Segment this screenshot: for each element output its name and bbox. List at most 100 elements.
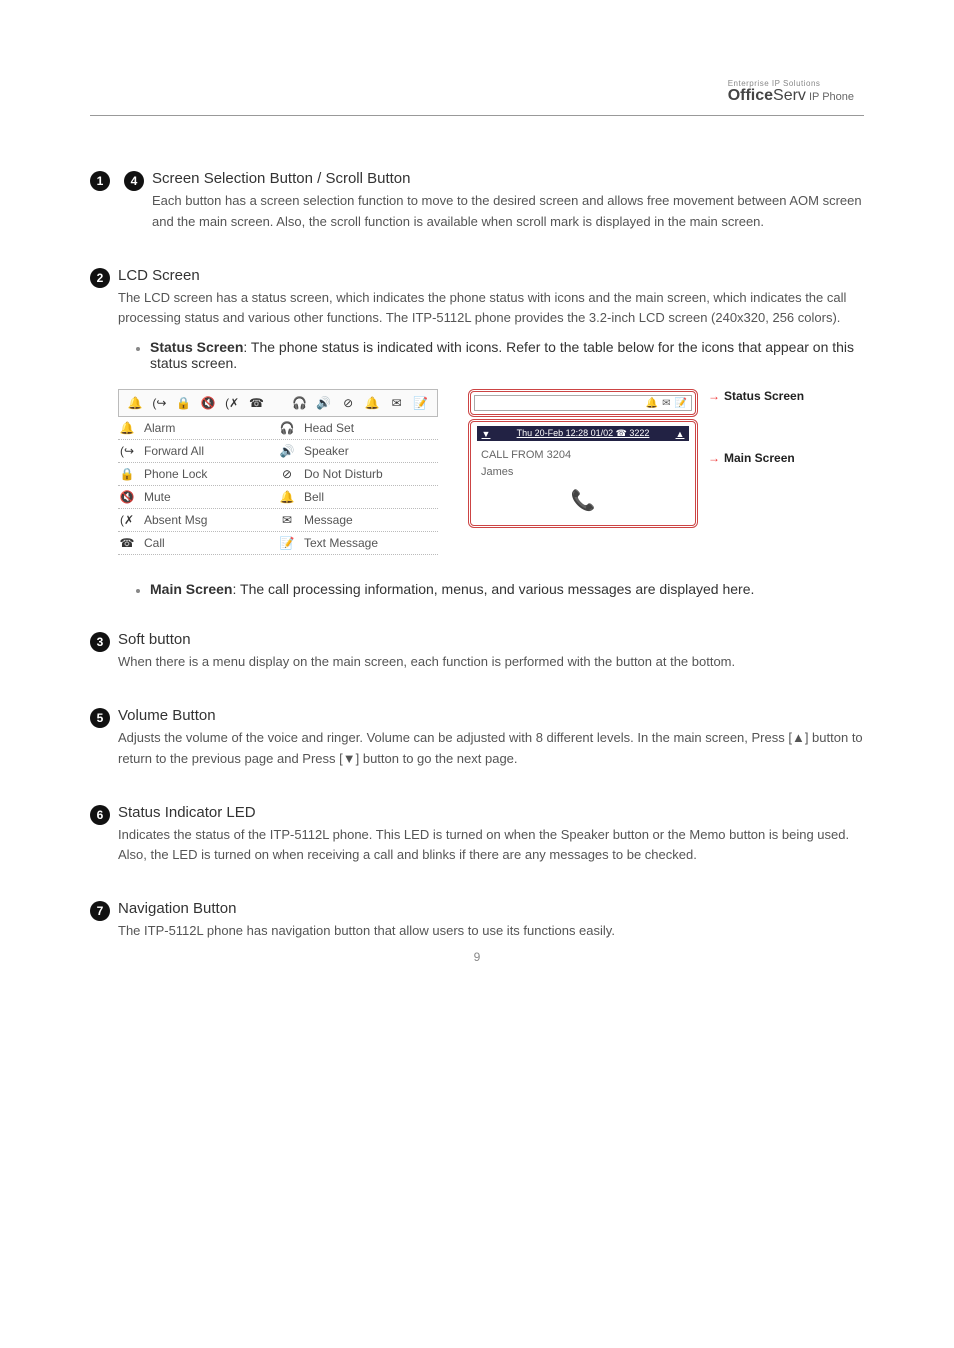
icon-table-row: 🔒 Phone Lock ⊘ Do Not Disturb [118,463,438,486]
section-screen-selection: 1 4 Screen Selection Button / Scroll But… [90,170,864,233]
dnd-icon: ⊘ [340,396,356,410]
alarm-icon: 🔔 [118,421,136,435]
section-desc: The ITP-5112L phone has navigation butto… [118,921,864,942]
bullet-text: : The phone status is indicated with ico… [150,339,854,371]
bullet-label: Main Screen [150,581,232,597]
text-msg-icon: 📝 [413,396,429,410]
section-title: Navigation Button [118,900,864,917]
mute-icon: 🔇 [118,490,136,504]
section-title: Soft button [118,631,864,648]
bullet-dot-icon [136,589,140,593]
phone-screen-illustration: 🔔 ✉ 📝 ▼ Thu 20-Feb 12:28 01/02 ☎ 3222 ▲ [468,389,698,528]
section-soft-button: 3 Soft button When there is a menu displ… [90,631,864,673]
icon-row-header: 🔔 (↪ 🔒 🔇 (✗ ☎ 🎧 🔊 ⊘ 🔔 ✉ � [118,389,438,417]
icon-cell: ⊘ Do Not Disturb [278,467,438,481]
icon-label: Do Not Disturb [304,467,383,481]
icon-label: Mute [144,490,171,504]
alarm-icon: 🔔 [127,396,143,410]
icon-table-wrap: 🔔 (↪ 🔒 🔇 (✗ ☎ 🎧 🔊 ⊘ 🔔 ✉ � [118,389,864,555]
bullet-label: Status Screen [150,339,243,355]
icon-label: Absent Msg [144,513,207,527]
num-badge-2: 2 [90,268,110,288]
icon-table-row: (✗Absent Msg✉ Message [118,509,438,532]
num-badge-1: 1 [90,171,110,191]
mute-icon: 🔇 [200,396,216,410]
page-number: 9 [0,950,954,964]
message-icon: ✉ [389,396,405,410]
status-icon-table: 🔔 (↪ 🔒 🔇 (✗ ☎ 🎧 🔊 ⊘ 🔔 ✉ � [118,389,438,555]
brand-bold: Office [728,87,773,104]
speaker-icon: 🔊 [316,396,332,410]
icon-label: Forward All [144,444,204,458]
phone-status-bar: 🔔 ✉ 📝 [474,395,692,411]
icon-cell: (↪Forward All [118,444,278,458]
section-desc: Adjusts the volume of the voice and ring… [118,728,864,770]
phone-date-bar: ▼ Thu 20-Feb 12:28 01/02 ☎ 3222 ▲ [477,426,689,441]
icon-cell: 🔒 Phone Lock [118,467,278,481]
icon-cell: 📝 Text Message [278,536,438,550]
icon-label: Message [304,513,353,527]
brand-block: Enterprise IP Solutions OfficeServIP Pho… [728,80,854,104]
section-title: Volume Button [118,707,864,724]
headset-icon: 🎧 [291,396,307,410]
arrow-right-icon: → [708,389,720,403]
brand-light: Serv [773,87,806,104]
lock-icon: 🔒 [118,467,136,481]
icon-table-row: ☎ Call 📝 Text Message [118,532,438,555]
dnd-icon: ⊘ [278,467,296,481]
section-desc: When there is a menu display on the main… [118,652,864,673]
section-volume-button: 5 Volume Button Adjusts the volume of th… [90,707,864,770]
icon-label: Phone Lock [144,467,207,481]
section-navigation-button: 7 Navigation Button The ITP-5112L phone … [90,900,864,942]
section-title: Screen Selection Button / Scroll Button [152,170,864,187]
arrow-down-icon: ▼ [481,429,491,439]
num-badge-5: 5 [90,708,110,728]
speaker-icon: 🔊 [278,444,296,458]
phone-body: CALL FROM 3204 James [477,441,689,480]
phone-handset-icon: 📞 [477,480,689,513]
call-icon: ☎ [118,536,136,550]
callout-main: →Main Screen [708,451,828,465]
bell-icon: 🔔 [364,396,380,410]
header-divider [90,115,864,116]
bullet-dot-icon [136,347,140,351]
arrow-right-icon: → [708,451,720,465]
phone-status-frame: 🔔 ✉ 📝 [468,389,698,417]
headset-icon: 🎧 [278,421,296,435]
phone-date-text: Thu 20-Feb 12:28 01/02 ☎ 3222 [517,428,650,439]
icon-cell: ☎ Call [118,536,278,550]
callout-status: →Status Screen [708,389,828,403]
icon-label: Call [144,536,165,550]
bullet-main-screen: Main Screen: The call processing informa… [136,581,864,597]
bell-icon: 🔔 [646,398,658,409]
brand-main: OfficeServIP Phone [728,88,854,104]
section-desc: Each button has a screen selection funct… [152,191,864,233]
section-lcd-screen: 2 LCD Screen The LCD screen has a status… [90,267,864,598]
absent-icon: (✗ [224,396,240,410]
arrow-up-icon: ▲ [675,429,685,439]
icon-cell: 🔊Speaker [278,444,438,458]
icon-cell: (✗Absent Msg [118,513,278,527]
section-title: LCD Screen [118,267,864,284]
icon-cell: 🔇 Mute [118,490,278,504]
icon-label: Alarm [144,421,175,435]
section-desc: The LCD screen has a status screen, whic… [118,288,864,330]
icon-label: Text Message [304,536,378,550]
section-status-led: 6 Status Indicator LED Indicates the sta… [90,804,864,867]
icon-table-row: 🔔 Alarm 🎧 Head Set [118,417,438,440]
bullet-status-screen: Status Screen: The phone status is indic… [136,339,864,371]
icon-cell: 🎧 Head Set [278,421,438,435]
brand-ip: IP Phone [809,91,854,103]
text-msg-icon: 📝 [278,536,296,550]
icon-cell: ✉ Message [278,513,438,527]
icon-label: Head Set [304,421,354,435]
message-icon: ✉ [278,513,296,527]
phone-caller-name: James [481,464,685,481]
phone-call-from: CALL FROM 3204 [481,447,685,464]
text-msg-icon: 📝 [675,398,687,409]
call-icon: ☎ [248,396,264,410]
lock-icon: 🔒 [176,396,192,410]
num-badge-7: 7 [90,901,110,921]
section-desc: Indicates the status of the ITP-5112L ph… [118,825,864,867]
section-title: Status Indicator LED [118,804,864,821]
